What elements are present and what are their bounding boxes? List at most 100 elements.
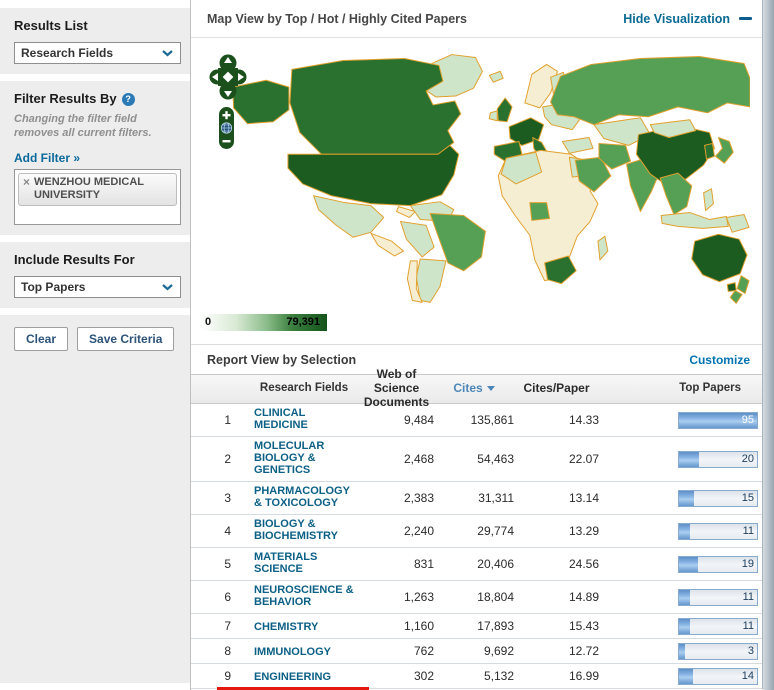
- report-table-body: 1 CLINICAL MEDICINE 9,484 135,861 14.33 …: [191, 404, 763, 690]
- country-philippines: [704, 189, 714, 211]
- include-results-section: Include Results For Top Papers: [0, 242, 190, 308]
- clear-button[interactable]: Clear: [14, 327, 68, 351]
- row-cites-per-paper: 14.33: [514, 413, 599, 427]
- country-new-guinea: [726, 215, 749, 233]
- row-rank: 6: [191, 590, 241, 604]
- help-icon[interactable]: ?: [122, 93, 135, 106]
- table-row: 5 MATERIALS SCIENCE 831 20,406 24.56 19: [191, 548, 763, 581]
- header-cites-sorted[interactable]: Cites: [434, 382, 514, 396]
- field-name-link[interactable]: NEUROSCIENCE & BEHAVIOR: [254, 584, 354, 608]
- filter-tag-label: WENZHOU MEDICAL UNIVERSITY: [34, 176, 171, 202]
- map-color-scale: 0 79,391: [201, 314, 327, 331]
- map-zoom-control[interactable]: [218, 106, 235, 150]
- country-new-zealand-north: [737, 276, 749, 294]
- header-top-papers[interactable]: Top Papers: [599, 382, 763, 395]
- map-panel-header: Map View by Top / Hot / Highly Cited Pap…: [191, 0, 762, 38]
- top-papers-bar: 15: [678, 490, 758, 507]
- top-papers-value: 19: [742, 558, 754, 570]
- top-papers-value: 15: [742, 492, 754, 504]
- map-area: 0 79,391: [191, 38, 762, 344]
- country-indonesia: [661, 213, 728, 229]
- top-papers-bar-fill: [679, 619, 690, 634]
- header-wos-documents[interactable]: Web of Science Documents: [359, 368, 434, 409]
- top-papers-bar: 19: [678, 556, 758, 573]
- row-cites: 31,311: [434, 491, 514, 505]
- region-central-america: [371, 233, 404, 256]
- header-cites-per-paper[interactable]: Cites/Paper: [514, 382, 599, 396]
- top-papers-bar: 11: [678, 589, 758, 606]
- include-results-dropdown[interactable]: Top Papers: [14, 276, 181, 298]
- field-name-link[interactable]: MOLECULAR BIOLOGY & GENETICS: [254, 440, 354, 476]
- country-korea: [705, 143, 715, 159]
- row-rank: 1: [191, 413, 241, 427]
- sidebar: Results List Research Fields Filter Resu…: [0, 0, 190, 690]
- row-cites-per-paper: 15.43: [514, 619, 599, 633]
- row-cites-per-paper: 13.29: [514, 524, 599, 538]
- row-cites-per-paper: 14.89: [514, 590, 599, 604]
- row-cites-per-paper: 22.07: [514, 452, 599, 466]
- country-uk: [497, 98, 512, 122]
- row-cites: 17,893: [434, 619, 514, 633]
- top-papers-bar: 11: [678, 523, 758, 540]
- row-cites: 54,463: [434, 452, 514, 466]
- country-japan: [715, 138, 733, 164]
- map-pan-control[interactable]: [209, 54, 247, 102]
- map-panel-title: Map View by Top / Hot / Highly Cited Pap…: [207, 12, 467, 26]
- row-cites: 29,774: [434, 524, 514, 538]
- field-name-link[interactable]: IMMUNOLOGY: [254, 646, 331, 658]
- row-docs: 2,240: [359, 524, 434, 538]
- field-name-link[interactable]: CLINICAL MEDICINE: [254, 407, 354, 431]
- row-docs: 762: [359, 644, 434, 658]
- row-rank: 5: [191, 557, 241, 571]
- row-rank: 4: [191, 524, 241, 538]
- save-criteria-button[interactable]: Save Criteria: [77, 327, 174, 351]
- filter-note: Changing the filter field removes all cu…: [14, 112, 176, 141]
- country-russia: [551, 57, 750, 125]
- collapse-minus-icon: [739, 17, 752, 20]
- row-docs: 1,160: [359, 619, 434, 633]
- top-papers-bar-fill: [679, 452, 699, 467]
- vertical-scrollbar[interactable]: [762, 0, 774, 690]
- table-row: 2 MOLECULAR BIOLOGY & GENETICS 2,468 54,…: [191, 437, 763, 482]
- results-list-title: Results List: [14, 18, 176, 33]
- hide-visualization-link[interactable]: Hide Visualization: [623, 12, 752, 26]
- top-papers-value: 11: [743, 591, 754, 603]
- results-list-dropdown[interactable]: Research Fields: [14, 42, 181, 64]
- row-docs: 2,383: [359, 491, 434, 505]
- world-map[interactable]: [205, 46, 750, 308]
- country-nigeria: [530, 203, 550, 221]
- region-peru-bolivia: [400, 221, 434, 257]
- row-cites-per-paper: 12.72: [514, 644, 599, 658]
- field-name-link[interactable]: CHEMISTRY: [254, 621, 318, 633]
- results-list-dropdown-value: Research Fields: [21, 46, 113, 60]
- top-papers-value: 11: [743, 525, 754, 537]
- region-southeast-asia: [660, 173, 692, 214]
- country-argentina: [416, 259, 446, 302]
- row-cites: 18,804: [434, 590, 514, 604]
- top-papers-bar: 3: [678, 643, 758, 660]
- scale-min-label: 0: [205, 316, 211, 328]
- field-name-link[interactable]: ENGINEERING: [254, 671, 331, 683]
- field-name-link[interactable]: MATERIALS SCIENCE: [254, 551, 354, 575]
- country-new-zealand-south: [730, 291, 742, 304]
- include-results-dropdown-value: Top Papers: [21, 280, 85, 294]
- table-row: 6 NEUROSCIENCE & BEHAVIOR 1,263 18,804 1…: [191, 581, 763, 614]
- top-papers-bar-fill: [679, 669, 693, 684]
- top-papers-bar-fill: [679, 557, 698, 572]
- top-papers-bar: 95: [678, 412, 758, 429]
- customize-link[interactable]: Customize: [689, 353, 750, 367]
- chevron-down-icon: [161, 278, 174, 296]
- row-docs: 1,263: [359, 590, 434, 604]
- add-filter-link[interactable]: Add Filter »: [14, 151, 80, 165]
- remove-filter-icon[interactable]: ×: [23, 176, 30, 202]
- header-research-fields[interactable]: Research Fields: [241, 382, 359, 395]
- table-row: 7 CHEMISTRY 1,160 17,893 15.43 11: [191, 614, 763, 639]
- country-australia: [692, 234, 747, 281]
- field-name-link[interactable]: PHARMACOLOGY & TOXICOLOGY: [254, 485, 354, 509]
- top-papers-bar-fill: [679, 590, 690, 605]
- filter-tag[interactable]: × WENZHOU MEDICAL UNIVERSITY: [18, 173, 177, 206]
- top-papers-bar-fill: [679, 491, 694, 506]
- table-row: 4 BIOLOGY & BIOCHEMISTRY 2,240 29,774 13…: [191, 515, 763, 548]
- top-papers-bar: 11: [678, 618, 758, 635]
- field-name-link[interactable]: BIOLOGY & BIOCHEMISTRY: [254, 518, 354, 542]
